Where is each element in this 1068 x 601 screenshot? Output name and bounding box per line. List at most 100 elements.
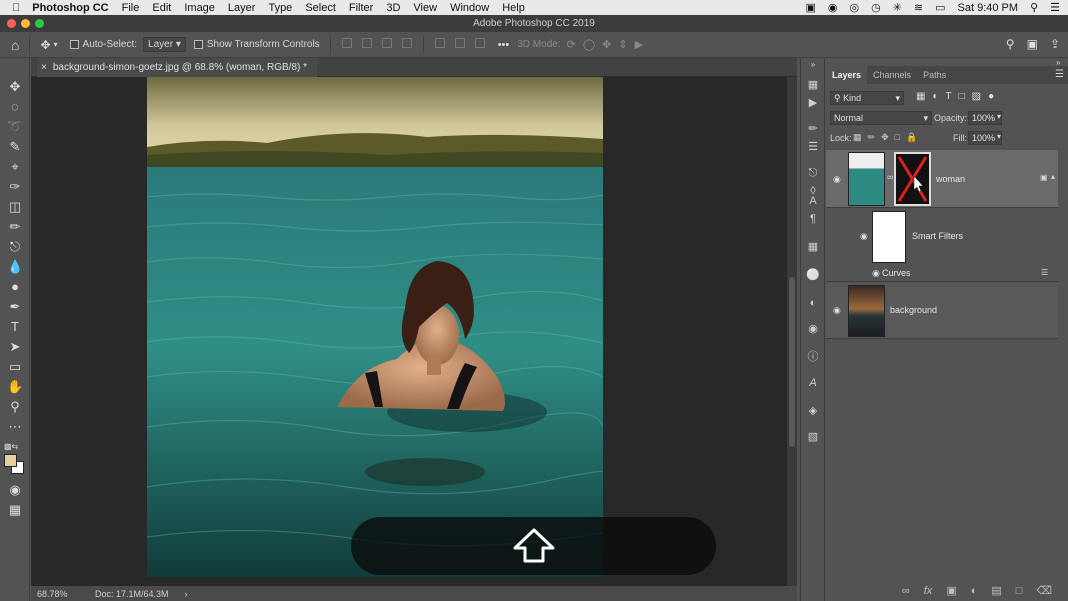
move-tool-icon[interactable]: ✥ bbox=[7, 79, 23, 95]
home-icon[interactable]: ⌂ bbox=[11, 37, 19, 53]
brush-tool-icon[interactable]: ✏ bbox=[7, 219, 23, 235]
blend-mode-dropdown[interactable]: Normal ▾ bbox=[830, 111, 932, 125]
record-icon[interactable]: ◉ bbox=[828, 1, 838, 14]
tab-channels[interactable]: Channels bbox=[867, 66, 917, 84]
workspace-icon[interactable]: ▣ bbox=[1027, 37, 1038, 51]
filter-smart-object-icon[interactable]: ▧ bbox=[972, 91, 981, 102]
transform-controls-checkbox[interactable] bbox=[193, 40, 203, 49]
minimize-window-button[interactable] bbox=[21, 19, 30, 28]
menu-view[interactable]: View bbox=[413, 2, 437, 14]
visibility-eye-icon[interactable]: ◉ bbox=[833, 174, 841, 185]
rectangle-tool-icon[interactable]: ▭ bbox=[7, 359, 23, 375]
align-vcenter-icon[interactable] bbox=[454, 38, 465, 48]
adjustments-sliders-icon[interactable]: ☰ bbox=[806, 140, 820, 154]
collapse-effects-icon[interactable]: ▴ bbox=[1051, 172, 1055, 181]
align-left-icon[interactable] bbox=[341, 38, 352, 48]
menu-layer[interactable]: Layer bbox=[228, 2, 256, 14]
zoom-window-button[interactable] bbox=[35, 19, 44, 28]
lock-artboard-icon[interactable]: □ bbox=[895, 132, 900, 143]
up-arrow-icon[interactable] bbox=[513, 528, 555, 564]
drag-3d-icon[interactable]: ✥ bbox=[602, 39, 618, 51]
slide-3d-icon[interactable]: ⇕ bbox=[618, 39, 634, 51]
bluetooth-icon[interactable]: ✳ bbox=[893, 1, 902, 14]
move-tool-preset-icon[interactable]: ✥ bbox=[40, 38, 50, 52]
align-bottom-icon[interactable] bbox=[474, 38, 485, 48]
learn-bulb-icon[interactable]: ⚪ bbox=[806, 268, 820, 282]
canvas-area[interactable] bbox=[31, 77, 787, 592]
brush-settings-icon[interactable]: ✏ bbox=[806, 122, 820, 136]
auto-select-checkbox[interactable] bbox=[69, 40, 79, 49]
blur-tool-icon[interactable]: 💧 bbox=[7, 259, 23, 275]
menu-file[interactable]: File bbox=[122, 2, 140, 14]
new-layer-icon[interactable]: □ bbox=[1016, 585, 1023, 597]
stamp-tool-icon[interactable]: ⎋ bbox=[7, 239, 23, 255]
visibility-eye-icon[interactable]: ◉ bbox=[872, 268, 880, 279]
share-icon[interactable]: ⇪ bbox=[1050, 37, 1060, 51]
tab-layers[interactable]: Layers bbox=[826, 66, 868, 84]
panel-menu-icon[interactable]: ☰ bbox=[1055, 66, 1064, 84]
marquee-tool-icon[interactable]: ◌ bbox=[7, 99, 23, 115]
layer-row-woman[interactable]: ◉ ∞ woman ▣ ▴ bbox=[826, 150, 1058, 208]
filter-toggle-icon[interactable]: ● bbox=[988, 91, 994, 102]
filter-adjustment-icon[interactable]: ◐ bbox=[932, 91, 938, 102]
pen-tool-icon[interactable]: ✒ bbox=[7, 299, 23, 315]
filter-blending-options-icon[interactable]: ☰ bbox=[1041, 268, 1048, 277]
path-select-tool-icon[interactable]: ➤ bbox=[7, 339, 23, 355]
menu-help[interactable]: Help bbox=[502, 2, 525, 14]
status-menu-arrow[interactable]: › bbox=[185, 589, 188, 599]
more-options-button[interactable]: ••• bbox=[498, 39, 510, 51]
layer-row-background[interactable]: ◉ background bbox=[826, 283, 1058, 339]
lock-transparent-icon[interactable]: ▦ bbox=[853, 132, 862, 143]
align-top-icon[interactable] bbox=[434, 38, 445, 48]
clone-source-icon[interactable]: ⎋ bbox=[806, 166, 820, 180]
filter-shape-icon[interactable]: □ bbox=[959, 91, 965, 102]
wifi-icon[interactable]: ≋ bbox=[914, 1, 923, 14]
layer-name-background[interactable]: background bbox=[890, 305, 937, 315]
clock-icon[interactable]: ◷ bbox=[871, 1, 881, 14]
foreground-color-swatch[interactable] bbox=[4, 454, 17, 467]
battery-icon[interactable]: ▭ bbox=[935, 1, 945, 14]
menu-filter[interactable]: Filter bbox=[349, 2, 373, 14]
menu-app-name[interactable]: Photoshop CC bbox=[32, 2, 108, 14]
orbit-3d-icon[interactable]: ⟳ bbox=[567, 39, 583, 51]
filter-pixel-icon[interactable]: ▦ bbox=[916, 91, 925, 102]
menu-3d[interactable]: 3D bbox=[386, 2, 400, 14]
distribute-icon[interactable] bbox=[401, 38, 412, 48]
layer-name-woman[interactable]: woman bbox=[936, 174, 965, 184]
search-icon[interactable]: ⚲ bbox=[1006, 37, 1015, 51]
crop-tool-icon[interactable]: ⌖ bbox=[7, 159, 23, 175]
curves-filter-label[interactable]: Curves bbox=[882, 268, 911, 278]
eyedropper-tool-icon[interactable]: ✑ bbox=[7, 179, 23, 195]
lasso-tool-icon[interactable]: ➰ bbox=[7, 119, 23, 135]
document-photo[interactable] bbox=[147, 77, 603, 577]
spotlight-icon[interactable]: ⚲ bbox=[1030, 1, 1038, 14]
lock-all-icon[interactable]: 🔒 bbox=[906, 132, 917, 143]
dodge-tool-icon[interactable]: ● bbox=[7, 279, 23, 295]
visibility-eye-icon[interactable]: ◉ bbox=[833, 305, 841, 316]
vertical-scrollbar[interactable] bbox=[787, 77, 797, 586]
layer-thumbnail[interactable] bbox=[848, 152, 885, 206]
trash-icon[interactable]: ⌫ bbox=[1036, 584, 1052, 597]
actions-icon[interactable]: ▶ bbox=[806, 96, 820, 110]
menu-select[interactable]: Select bbox=[305, 2, 336, 14]
new-group-folder-icon[interactable]: ▤ bbox=[991, 584, 1001, 597]
glyphs-grid-icon[interactable]: ▦ bbox=[806, 240, 820, 254]
properties-icon[interactable]: ▧ bbox=[806, 430, 820, 444]
camera-icon[interactable]: ▣ bbox=[805, 1, 815, 14]
glyphs-icon[interactable]: A bbox=[806, 376, 820, 390]
info-icon[interactable]: ⓘ bbox=[806, 350, 820, 364]
paragraph-icon[interactable]: ¶ bbox=[806, 212, 820, 226]
fx-icon[interactable]: fx bbox=[924, 585, 933, 597]
video-3d-icon[interactable]: ▶ bbox=[635, 39, 650, 51]
add-mask-icon[interactable]: ▣ bbox=[946, 584, 956, 597]
lock-position-icon[interactable]: ✥ bbox=[881, 132, 889, 143]
edit-toolbar-icon[interactable]: ⋯ bbox=[7, 419, 23, 435]
link-layers-icon[interactable]: ∞ bbox=[902, 585, 910, 597]
character-icon[interactable]: A bbox=[806, 194, 820, 208]
document-tab[interactable]: × background-simon-goetz.jpg @ 68.8% (wom… bbox=[37, 58, 317, 77]
scroll-thumb[interactable] bbox=[789, 277, 795, 447]
quick-mask-icon[interactable]: ◉ bbox=[7, 482, 23, 498]
align-hcenter-icon[interactable] bbox=[361, 38, 372, 48]
3d-icon[interactable]: ◈ bbox=[806, 404, 820, 418]
apple-icon[interactable]:  bbox=[12, 2, 20, 14]
